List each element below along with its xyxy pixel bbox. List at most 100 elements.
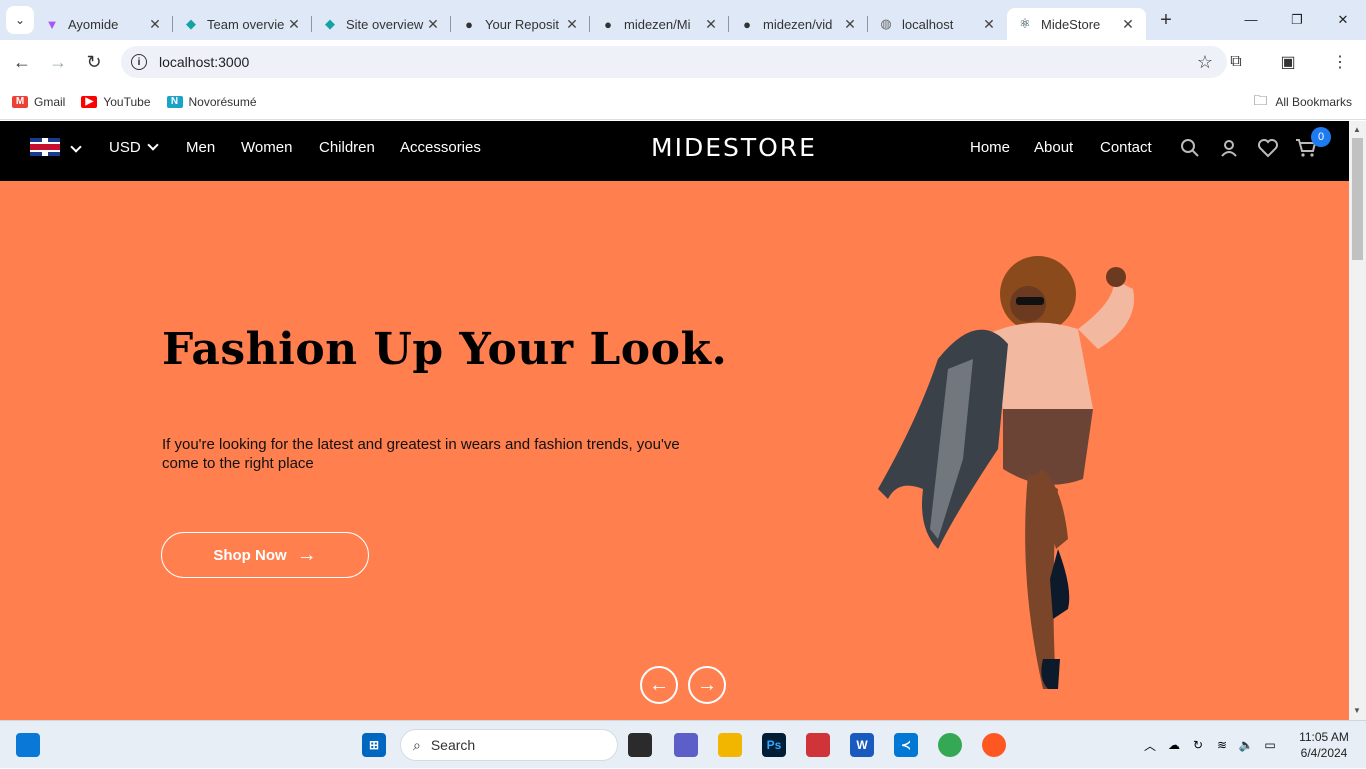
gmail-icon: M <box>12 95 28 108</box>
browser-tab[interactable]: ◆ Site overview ✕ <box>312 8 451 40</box>
user-icon[interactable] <box>1218 137 1240 159</box>
close-icon[interactable]: ✕ <box>425 16 441 33</box>
arrow-left-icon: ← <box>649 673 669 696</box>
hero-title: Fashion Up Your Look. <box>162 324 728 375</box>
widgets-icon[interactable] <box>16 733 40 757</box>
teams-icon[interactable] <box>674 733 698 757</box>
youtube-icon: ▶ <box>81 95 98 108</box>
taskbar-search[interactable]: ⌕ Search <box>400 729 618 761</box>
back-icon[interactable]: ← <box>4 52 40 73</box>
close-icon[interactable]: ✕ <box>703 16 719 33</box>
battery-icon[interactable]: ▭ <box>1258 738 1282 752</box>
browser-tab[interactable]: ▼ Ayomide ✕ <box>34 8 173 40</box>
page-scrollbar[interactable]: ▲ ▼ <box>1349 121 1366 720</box>
photoshop-icon[interactable]: Ps <box>762 733 786 757</box>
next-slide-button[interactable]: → <box>688 666 726 704</box>
chevron-down-icon <box>147 139 159 151</box>
nav-women[interactable]: Women <box>241 139 292 156</box>
system-clock[interactable]: 11:05 AM 6/4/2024 <box>1282 729 1366 761</box>
github-icon: ● <box>465 16 473 32</box>
close-window-icon[interactable]: ✕ <box>1320 12 1366 28</box>
browser-tab[interactable]: ◆ Team overvie ✕ <box>173 8 312 40</box>
vscode-icon[interactable]: ≺ <box>894 733 918 757</box>
browser-tab[interactable]: ● Your Reposit ✕ <box>451 8 590 40</box>
browser-tab[interactable]: ● midezen/vid ✕ <box>729 8 868 40</box>
minimize-icon[interactable]: — <box>1228 12 1274 28</box>
search-icon: ⌕ <box>413 736 421 753</box>
chrome-icon[interactable] <box>938 733 962 757</box>
nav-accessories[interactable]: Accessories <box>400 139 481 156</box>
nav-home[interactable]: Home <box>970 139 1010 156</box>
arrow-right-icon: → <box>697 673 717 696</box>
globe-icon: ◍ <box>880 16 892 31</box>
system-tray: ︿ ☁ ↻ ≋ 🔈 ▭ 11:05 AM 6/4/2024 <box>1138 721 1366 769</box>
react-icon: ⚛ <box>1019 16 1031 31</box>
uk-flag-icon[interactable] <box>30 138 60 156</box>
browser-tab[interactable]: ◍ localhost ✕ <box>868 8 1007 40</box>
nav-men[interactable]: Men <box>186 139 215 156</box>
bookmark-novoresume[interactable]: N Novorésumé <box>166 95 257 109</box>
chevron-down-icon[interactable] <box>70 141 82 153</box>
volume-icon[interactable]: 🔈 <box>1234 738 1258 752</box>
close-icon[interactable]: ✕ <box>286 16 302 33</box>
search-icon[interactable] <box>1179 137 1201 159</box>
novoresume-icon: N <box>166 95 183 108</box>
arrow-right-icon: → <box>296 543 317 566</box>
forward-icon[interactable]: → <box>40 52 76 73</box>
netlify-icon: ◆ <box>325 16 335 31</box>
netlify-icon: ◆ <box>186 16 196 31</box>
start-icon[interactable]: ⊞ <box>362 733 386 757</box>
chevron-up-icon[interactable]: ︿ <box>1138 737 1162 754</box>
all-bookmarks-button[interactable]: 🗀 All Bookmarks <box>1253 90 1352 114</box>
reload-icon[interactable]: ↻ <box>76 52 112 73</box>
prev-slide-button[interactable]: ← <box>640 666 678 704</box>
browser-tab-active[interactable]: ⚛ MideStore ✕ <box>1007 8 1146 40</box>
close-icon[interactable]: ✕ <box>842 16 858 33</box>
bookmarks-bar: M Gmail ▶ YouTube N Novorésumé 🗀 All Boo… <box>0 84 1366 120</box>
scroll-up-icon[interactable]: ▲ <box>1353 125 1361 134</box>
site-info-icon[interactable]: i <box>131 54 147 70</box>
bookmark-youtube[interactable]: ▶ YouTube <box>81 95 151 109</box>
cart-count-badge: 0 <box>1311 127 1331 147</box>
close-icon[interactable]: ✕ <box>564 16 580 33</box>
heart-icon[interactable] <box>1257 137 1279 159</box>
triangle-icon: ▼ <box>45 16 59 32</box>
hero-model-image <box>878 256 1134 689</box>
scroll-down-icon[interactable]: ▼ <box>1353 706 1361 715</box>
wifi-icon[interactable]: ≋ <box>1210 738 1234 752</box>
file-explorer-icon[interactable] <box>718 733 742 757</box>
windows-taskbar: ⊞ ⌕ Search Ps W ≺ ︿ ☁ ↻ ≋ 🔈 ▭ 11:05 AM 6… <box>0 720 1366 768</box>
hero-description: If you're looking for the latest and gre… <box>162 436 680 472</box>
chevron-down-icon: ⌄ <box>14 13 26 27</box>
url-text[interactable]: localhost:3000 <box>159 54 249 70</box>
address-toolbar: ← → ↻ i localhost:3000 ☆ ⧉ ▣ ⋮ <box>0 40 1366 84</box>
app-icon[interactable] <box>982 733 1006 757</box>
nav-about[interactable]: About <box>1034 139 1073 156</box>
shop-now-button[interactable]: Shop Now → <box>161 532 369 578</box>
task-view-icon[interactable] <box>628 733 652 757</box>
brand-logo[interactable]: MIDESTORE <box>651 133 817 162</box>
currency-select[interactable]: USD <box>109 139 159 156</box>
close-icon[interactable]: ✕ <box>981 16 997 33</box>
onedrive-icon[interactable]: ☁ <box>1162 738 1186 752</box>
browser-tab[interactable]: ● midezen/Mi ✕ <box>590 8 729 40</box>
close-icon[interactable]: ✕ <box>1120 16 1136 33</box>
website-viewport: USD Men Women Children Accessories MIDES… <box>0 121 1349 720</box>
github-icon: ● <box>604 16 612 32</box>
menu-icon[interactable]: ⋮ <box>1314 52 1366 72</box>
nav-contact[interactable]: Contact <box>1100 139 1152 156</box>
word-icon[interactable]: W <box>850 733 874 757</box>
scrollbar-thumb[interactable] <box>1352 138 1363 260</box>
url-bar[interactable]: i localhost:3000 ☆ <box>121 46 1227 78</box>
new-tab-button[interactable]: + <box>1152 9 1180 32</box>
profile-avatar[interactable]: ▣ <box>1262 52 1314 72</box>
tab-search-button[interactable]: ⌄ <box>6 6 34 34</box>
extensions-icon[interactable]: ⧉ <box>1210 53 1262 71</box>
bookmark-gmail[interactable]: M Gmail <box>12 95 65 109</box>
close-icon[interactable]: ✕ <box>147 16 163 33</box>
sync-icon[interactable]: ↻ <box>1186 738 1210 752</box>
nav-children[interactable]: Children <box>319 139 375 156</box>
app-icon[interactable] <box>806 733 830 757</box>
browser-tab-strip: ⌄ ▼ Ayomide ✕ ◆ Team overvie ✕ ◆ Site ov… <box>0 0 1366 40</box>
restore-icon[interactable]: ❐ <box>1274 12 1320 28</box>
